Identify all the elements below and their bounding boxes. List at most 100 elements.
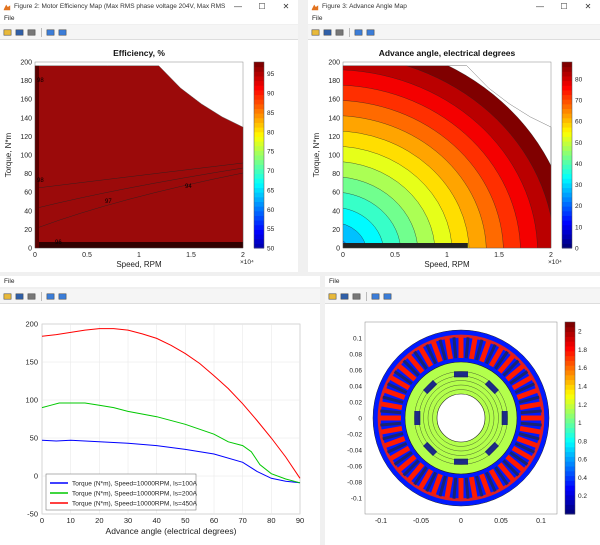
open-folder-icon[interactable]: [310, 27, 320, 37]
x-tick-label: 0: [33, 252, 37, 259]
colorbar-step: [565, 480, 575, 486]
dock-icon[interactable]: [45, 27, 55, 37]
colorbar-step: [562, 229, 572, 235]
colorbar-step: [562, 145, 572, 151]
save-icon[interactable]: [339, 291, 349, 301]
close-button[interactable]: ✕: [274, 0, 298, 13]
contour-label: 96: [55, 240, 62, 246]
print-icon[interactable]: [351, 291, 361, 301]
x-tick-label: 0.5: [82, 252, 92, 259]
colorbar-step: [254, 150, 264, 156]
property-editor-icon[interactable]: [382, 291, 392, 301]
colorbar-step: [565, 461, 575, 467]
y-tick-label: 160: [328, 97, 340, 104]
flux-density-window: File -0.1 -0.05 0 0.05 0.1 -0.1 -0.08 -0.06 -0.0…: [325, 276, 600, 545]
colorbar-step: [562, 210, 572, 216]
colorbar-step: [565, 451, 575, 457]
colorbar-step: [562, 113, 572, 119]
x-tick-label: 40: [152, 516, 160, 525]
property-editor-icon[interactable]: [57, 27, 67, 37]
colorbar-step: [254, 215, 264, 221]
colorbar-step: [565, 341, 575, 347]
plot-area: Efficiency, % 98 98 96 97 94 0 0.5 1 1.5 2 0 20 40 60 8…: [0, 40, 298, 272]
y-tick-label: 0: [34, 472, 38, 481]
y-tick-label: -0.04: [347, 448, 362, 455]
open-folder-icon[interactable]: [2, 27, 12, 37]
save-icon[interactable]: [322, 27, 332, 37]
open-folder-icon[interactable]: [327, 291, 337, 301]
y-tick-label: 100: [25, 396, 38, 405]
property-editor-icon[interactable]: [365, 27, 375, 37]
legend-entry: Torque (N*m), Speed=10000RPM, Is=200A: [72, 491, 198, 498]
menu-file[interactable]: File: [325, 278, 343, 285]
colorbar-step: [562, 122, 572, 128]
y-tick-label: -0.02: [347, 432, 362, 439]
save-icon[interactable]: [14, 291, 24, 301]
close-button[interactable]: ✕: [576, 0, 600, 13]
y-tick-label: 200: [328, 60, 340, 67]
colorbar-tick-label: 70: [575, 98, 583, 105]
maximize-button[interactable]: ☐: [250, 0, 274, 13]
y-tick-label: 200: [20, 60, 32, 67]
x-tick-label: -0.1: [375, 518, 387, 525]
colorbar-step: [565, 413, 575, 419]
y-tick-label: 100: [328, 153, 340, 160]
colorbar-step: [254, 182, 264, 189]
colorbar-step: [254, 131, 264, 137]
open-folder-icon[interactable]: [2, 291, 12, 301]
print-icon[interactable]: [26, 27, 36, 37]
colorbar-tick-label: 70: [267, 168, 275, 175]
colorbar-step: [254, 243, 264, 249]
y-tick-label: -0.08: [347, 480, 362, 487]
y-tick-label: 120: [328, 134, 340, 141]
property-editor-icon[interactable]: [57, 291, 67, 301]
x-axis-label: Speed, RPM: [116, 260, 162, 269]
shaft-bore: [436, 393, 486, 443]
minimize-button[interactable]: —: [226, 0, 250, 13]
window-title: Figure 2: Motor Efficiency Map (Max RMS …: [14, 3, 226, 10]
dock-icon[interactable]: [45, 291, 55, 301]
toolbar: [0, 25, 298, 40]
title-bar: Figure 3: Advance Angle Map — ☐ ✕: [308, 0, 600, 13]
x-tick-label: 1.5: [494, 252, 504, 259]
menu-file[interactable]: File: [308, 15, 326, 22]
colorbar-step: [562, 103, 572, 109]
colorbar-tick-label: 60: [575, 119, 583, 126]
colorbar-step: [562, 224, 572, 230]
colorbar-step: [565, 494, 575, 501]
maximize-button[interactable]: ☐: [552, 0, 576, 13]
menu-file[interactable]: File: [0, 15, 18, 22]
dock-icon[interactable]: [353, 27, 363, 37]
y-axis-label: Torque, N*m: [312, 132, 321, 177]
colorbar-step: [565, 442, 575, 448]
colorbar-step: [562, 62, 572, 68]
y-tick-label: 0.08: [349, 352, 362, 359]
colorbar-tick-label: 65: [267, 187, 275, 194]
colorbar-step: [565, 336, 575, 342]
colorbar-step: [254, 122, 264, 128]
x-axis-multiplier: ×10⁴: [548, 259, 562, 266]
x-tick-label: 20: [95, 516, 103, 525]
print-icon[interactable]: [334, 27, 344, 37]
x-tick-label: 0.05: [494, 518, 508, 525]
colorbar-step: [565, 365, 575, 371]
colorbar-step: [562, 234, 572, 240]
torque-vs-angle-chart: 0 10 20 30 40 50 60 70 80 90-50050100150200Advanc…: [25, 320, 304, 537]
x-tick-label: 1: [445, 252, 449, 259]
colorbar-step: [562, 215, 572, 221]
colorbar-tick-label: 80: [267, 129, 275, 136]
print-icon[interactable]: [26, 291, 36, 301]
y-tick-label: 180: [328, 78, 340, 85]
y-tick-label: 120: [20, 134, 32, 141]
legend-entry: Torque (N*m), Speed=10000RPM, Is=450A: [72, 501, 198, 508]
colorbar-step: [565, 418, 575, 424]
motor-flux-plot: -0.1 -0.05 0 0.05 0.1 -0.1 -0.08 -0.06 -0.04 -0.0…: [347, 321, 587, 525]
colorbar-step: [254, 99, 264, 105]
colorbar-step: [565, 360, 575, 366]
y-tick-label: 180: [20, 78, 32, 85]
minimize-button[interactable]: —: [528, 0, 552, 13]
save-icon[interactable]: [14, 27, 24, 37]
colorbar-step: [254, 127, 264, 133]
menu-file[interactable]: File: [0, 278, 18, 285]
dock-icon[interactable]: [370, 291, 380, 301]
